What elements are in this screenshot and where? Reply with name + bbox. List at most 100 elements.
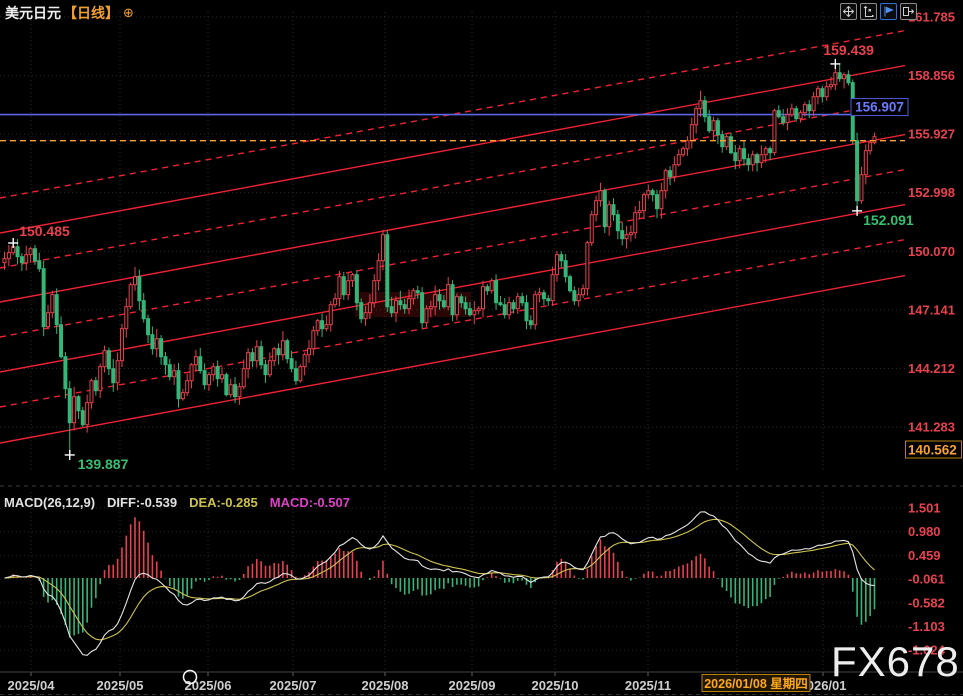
candle-down (164, 357, 167, 365)
candle-up (242, 369, 245, 387)
price-marker-label: 150.485 (19, 223, 70, 239)
price-axis-label: 150.070 (908, 244, 955, 259)
candle-down (525, 303, 528, 321)
candle-down (421, 293, 424, 323)
price-axis-label: 152.998 (908, 185, 955, 200)
candle-up (586, 243, 589, 289)
plus-circle-icon[interactable]: ⊕ (123, 5, 134, 21)
candle-up (373, 281, 376, 303)
time-axis-label: 2025/07 (270, 678, 317, 693)
candle-up (764, 149, 767, 155)
candle-up (455, 297, 458, 315)
candle-up (803, 105, 806, 113)
candle-up (582, 289, 585, 295)
price-axis-label: 141.283 (908, 420, 955, 435)
symbol-title: 美元日元 (5, 3, 61, 23)
candle-down (177, 371, 180, 399)
price-marker-label: 159.439 (823, 42, 874, 58)
candle-up (86, 403, 89, 425)
candle-down (94, 381, 97, 391)
annotations: 156.907140.562150.485139.887159.439152.0… (8, 42, 961, 472)
candlestick-chart-canvas[interactable]: 161.785158.856155.927152.998150.070147.1… (0, 0, 963, 696)
candle-down (669, 171, 672, 177)
candle-down (147, 319, 150, 335)
macd-axis-label: -1.103 (908, 619, 945, 634)
svg-text:156.907: 156.907 (855, 100, 904, 115)
candle-up (334, 299, 337, 305)
candle-up (712, 121, 715, 131)
candle-down (160, 339, 163, 357)
candle-up (73, 397, 76, 423)
candle-down (708, 117, 711, 131)
candle-down (616, 215, 619, 231)
candle-down (399, 301, 402, 305)
candle-down (573, 291, 576, 301)
candle-down (808, 105, 811, 111)
candle-down (216, 367, 219, 379)
candle-down (756, 155, 759, 163)
candle-up (786, 115, 789, 123)
jump-to-latest-flag-icon[interactable] (880, 3, 897, 20)
candle-up (186, 381, 189, 393)
candle-down (77, 397, 80, 411)
candle-up (695, 109, 698, 125)
channel-warning-line (0, 101, 905, 268)
candle-down (569, 277, 572, 291)
candle-down (20, 257, 23, 263)
candle-down (621, 231, 624, 239)
candle-down (203, 371, 206, 385)
candle-down (651, 191, 654, 195)
candle-down (795, 109, 798, 119)
candle-up (3, 259, 6, 263)
candle-up (677, 155, 680, 165)
candle-up (47, 313, 50, 327)
candle-up (812, 97, 815, 111)
candle-down (416, 291, 419, 293)
candle-up (860, 175, 863, 201)
axis-scale-icon[interactable] (860, 3, 877, 20)
candle-up (773, 111, 776, 153)
candle-down (743, 149, 746, 159)
exit-chart-icon[interactable] (900, 3, 917, 20)
candle-up (790, 109, 793, 115)
candle-up (664, 171, 667, 191)
macd-axis-label: -0.061 (908, 572, 945, 587)
candle-up (103, 351, 106, 367)
trend-channel-lines (0, 31, 905, 443)
pan-icon[interactable] (840, 3, 857, 20)
candle-up (660, 191, 663, 209)
candle-down (460, 297, 463, 303)
candle-down (225, 375, 228, 395)
candle-up (447, 285, 450, 307)
macd-axis-label: 0.980 (908, 524, 941, 539)
candle-down (512, 303, 515, 309)
candle-up (555, 255, 558, 275)
candle-down (260, 347, 263, 365)
candle-down (277, 349, 280, 355)
candle-up (799, 113, 802, 119)
price-axis-label: 158.856 (908, 68, 955, 83)
candle-up (538, 293, 541, 295)
candle-down (386, 235, 389, 307)
chart-titlebar: 美元日元 【日线】 ⊕ (5, 3, 134, 23)
candle-down (716, 121, 719, 135)
candle-up (425, 309, 428, 323)
candle-down (847, 75, 850, 83)
candle-down (68, 389, 71, 423)
candle-up (194, 357, 197, 365)
candle-up (673, 165, 676, 177)
time-axis-label: 2025/09 (449, 678, 496, 693)
candle-down (603, 191, 606, 227)
candle-down (342, 277, 345, 295)
candle-up (268, 361, 271, 375)
candle-up (830, 85, 833, 87)
candle-up (303, 355, 306, 367)
candle-up (120, 329, 123, 361)
candle-up (212, 367, 215, 375)
candle-up (834, 73, 837, 85)
candle-up (429, 307, 432, 309)
candle-down (16, 247, 19, 257)
macd-header: MACD(26,12,9) DIFF:-0.539 DEA:-0.285 MAC… (4, 495, 350, 510)
candle-up (338, 277, 341, 299)
candle-down (55, 295, 58, 325)
